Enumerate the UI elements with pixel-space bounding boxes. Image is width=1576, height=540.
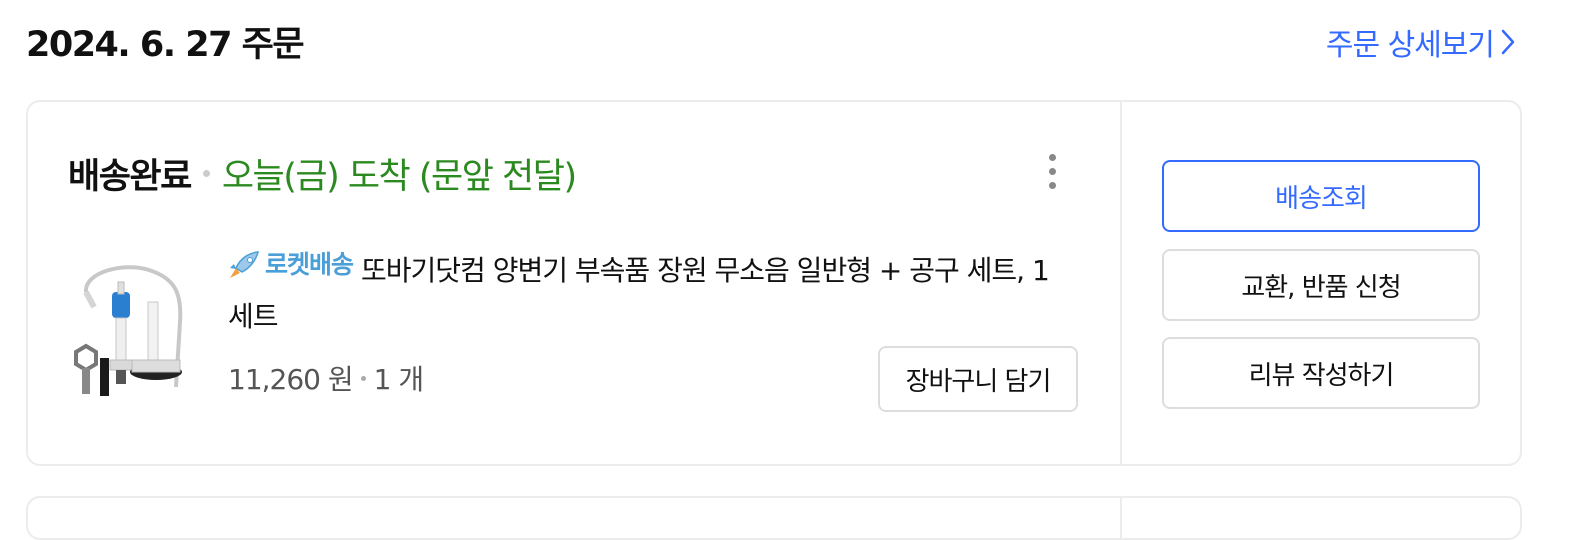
more-options-button[interactable]	[1038, 152, 1068, 192]
product-image[interactable]	[64, 262, 194, 402]
order-card-main: 배송완료 오늘(금) 도착 (문앞 전달) 로켓배송 또바기닷컴 양변기 부속품…	[28, 102, 1122, 464]
chevron-right-icon	[1501, 29, 1515, 55]
order-date-title: 2024. 6. 27 주문	[26, 25, 305, 65]
arrival-info: 오늘(금) 도착 (문앞 전달)	[221, 157, 577, 197]
more-vertical-dot	[1049, 182, 1056, 189]
write-review-button[interactable]: 리뷰 작성하기	[1162, 337, 1480, 409]
exchange-return-button[interactable]: 교환, 반품 신청	[1162, 249, 1480, 321]
separator-dot	[202, 170, 210, 177]
product-price: 11,260 원	[228, 363, 354, 396]
rocket-badge-label: 로켓배송	[265, 250, 354, 279]
add-to-cart-button[interactable]: 장바구니 담기	[878, 346, 1078, 412]
rocket-delivery-badge: 로켓배송	[228, 242, 354, 288]
product-title-block[interactable]: 로켓배송 또바기닷컴 양변기 부속품 장원 무소음 일반형 + 공구 세트, 1…	[228, 242, 1068, 340]
delivery-status: 배송완료 오늘(금) 도착 (문앞 전달)	[68, 148, 577, 199]
order-card: 배송완료 오늘(금) 도착 (문앞 전달) 로켓배송 또바기닷컴 양변기 부속품…	[26, 100, 1522, 466]
product-quantity: 1 개	[373, 363, 424, 396]
next-order-card	[26, 496, 1522, 540]
track-delivery-button[interactable]: 배송조회	[1162, 160, 1480, 232]
more-vertical-icon	[1049, 154, 1056, 161]
card-divider	[1120, 498, 1122, 538]
rocket-icon	[230, 251, 259, 278]
order-detail-link[interactable]: 주문 상세보기	[1326, 20, 1516, 64]
order-actions: 배송조회 교환, 반품 신청 리뷰 작성하기	[1122, 102, 1520, 464]
separator-dot	[360, 375, 366, 381]
order-header: 2024. 6. 27 주문 주문 상세보기	[26, 10, 1520, 70]
status-title: 배송완료	[68, 157, 192, 197]
more-vertical-dot	[1049, 168, 1056, 175]
order-detail-label: 주문 상세보기	[1325, 28, 1495, 63]
